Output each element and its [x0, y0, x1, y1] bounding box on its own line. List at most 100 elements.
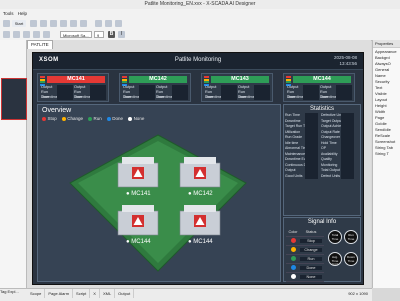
property-item[interactable]: String T	[373, 150, 400, 156]
bottom-tab[interactable]: Scope	[27, 289, 46, 298]
line-icon[interactable]	[13, 31, 20, 38]
properties-panel: Properties Appearance Backgrd AlwaysO Gener…	[372, 40, 400, 288]
hmi-title: Patlite Monitoring	[174, 57, 222, 63]
overview-title: Overview	[42, 107, 72, 114]
machine-card[interactable]: MC142 Output Output Run Time Run Time Downtim…	[119, 73, 191, 102]
signal-color-cell	[286, 256, 300, 262]
legend-dot-icon	[42, 116, 46, 121]
signal-color-cell	[286, 274, 300, 280]
legend-item: Run	[88, 116, 102, 121]
text-icon[interactable]	[43, 31, 50, 38]
overview-panel: Overview Stop Change Run Done None ● MC141 ● …	[37, 104, 281, 282]
machine-card[interactable]: MC141 Output Output Run Time Run Time Downtim…	[37, 73, 109, 102]
signal-row: Run	[286, 255, 324, 264]
ellipse-icon[interactable]	[33, 31, 40, 38]
rect-icon[interactable]	[23, 31, 30, 38]
font-name-select[interactable]: Microsoft Sa...	[60, 31, 92, 38]
copy-icon[interactable]	[70, 20, 77, 27]
legend-dot-icon	[106, 116, 111, 121]
align-right-icon[interactable]	[115, 20, 122, 27]
machine-stat-label: Downtime	[287, 95, 304, 99]
paste-icon[interactable]	[80, 20, 87, 27]
machine-card[interactable]: MC143 Output Output Run Time Run Time Downtim…	[201, 73, 273, 102]
signal-color-cell	[286, 238, 300, 244]
signal-gauge: Down Time	[344, 252, 358, 266]
legend-label: Change	[67, 116, 84, 121]
new-icon[interactable]	[3, 20, 10, 27]
overview-legend: Stop Change Run Done None	[42, 116, 144, 121]
machine-stat-row: Downtime Downtime	[40, 95, 106, 100]
legend-dot-icon	[128, 116, 133, 121]
machine-stat-value	[89, 95, 106, 100]
machine-name: MC141	[47, 76, 105, 83]
signal-table-header: Color Status	[286, 228, 324, 237]
machine-stats: Output Output Run Time Run Time Downtime Down…	[204, 85, 270, 100]
date-label: 2025-08-08	[333, 55, 357, 60]
bottom-tab-bar: Scope Page Alarm Script X XML Output 902 x 109…	[27, 288, 372, 301]
italic-icon[interactable]: I	[118, 31, 125, 38]
legend-item: Stop	[42, 116, 57, 121]
machine-stat-value	[171, 95, 188, 100]
tag-explorer-tab[interactable]: Tag Expl...	[0, 288, 27, 301]
hmi-screen: XSOM Patlite Monitoring 2025-08-08 13:43…	[32, 52, 364, 285]
align-center-icon[interactable]	[105, 20, 112, 27]
statistic-label: Defect Units	[321, 173, 341, 178]
page-thumbnail[interactable]	[1, 78, 27, 120]
signal-status: Change	[300, 248, 322, 252]
machine-stat-row: Downtime Downtime	[204, 95, 270, 100]
redo-icon[interactable]	[50, 20, 57, 27]
machine-stat-label: Downtime	[320, 95, 337, 99]
bold-icon[interactable]: B	[108, 31, 115, 38]
machine-stats: Output Output Run Time Run Time Downtime Down…	[286, 85, 352, 100]
machine-stat-label: Downtime	[156, 95, 173, 99]
cut-icon[interactable]	[60, 20, 67, 27]
window-title: Patlite Monitoring_EN.xvx - X-SCADA AI D…	[144, 1, 256, 7]
font-size-select[interactable]: 9	[94, 31, 104, 38]
canvas-size-readout: 902 x 1090	[348, 291, 368, 296]
undo-icon[interactable]	[40, 20, 47, 27]
design-canvas: PATLITE XSOM Patlite Monitoring 2025-08-…	[27, 40, 371, 288]
statistics-title: Statistics	[309, 106, 334, 112]
machine-stat-value	[220, 95, 237, 100]
machine-stat-value	[138, 95, 155, 100]
signal-status: Run	[300, 257, 322, 261]
start-button[interactable]: Start	[12, 20, 26, 27]
signal-table: Color Status Stop Change Run Done None	[286, 228, 324, 282]
signal-info-title: Signal Info	[307, 219, 337, 225]
align-left-icon[interactable]	[95, 20, 102, 27]
machine-name: MC142	[129, 76, 187, 83]
menu-help[interactable]: Help	[18, 11, 27, 16]
signal-row: Stop	[286, 237, 324, 246]
machine-card[interactable]: MC144 Output Output Run Time Run Time Downtim…	[283, 73, 355, 102]
signal-status: Done	[300, 266, 322, 270]
bottom-tab[interactable]: Output	[115, 289, 135, 298]
menu-tools[interactable]: Tools	[3, 11, 14, 16]
machine-floor-label: ● MC144	[126, 239, 151, 245]
legend-label: Stop	[47, 116, 57, 121]
signal-row: None	[286, 273, 324, 282]
save-icon[interactable]	[30, 20, 37, 27]
machine-floor-label: ● MC142	[188, 191, 213, 197]
machine-stat-row: Downtime Downtime	[286, 95, 352, 100]
legend-label: None	[133, 116, 145, 121]
machine-name: MC143	[211, 76, 269, 83]
bottom-tab[interactable]: Script	[73, 289, 91, 298]
signal-color-dot-icon	[290, 274, 296, 279]
signal-color-dot-icon	[290, 247, 296, 252]
legend-label: Done	[112, 116, 124, 121]
machine-name: MC144	[293, 76, 351, 83]
bottom-tab[interactable]: Page Alarm	[45, 289, 74, 298]
pointer-icon[interactable]	[3, 31, 10, 38]
machine-stat-value	[253, 95, 270, 100]
legend-item: Done	[106, 116, 124, 121]
machine-floor-label: ● MC144	[188, 239, 213, 245]
machine-stat-value	[302, 95, 319, 100]
property-item[interactable]: Appearance	[373, 48, 400, 54]
bottom-tab[interactable]: XML	[100, 289, 116, 298]
signal-info-panel: Signal Info Color Status Stop Change Run Do…	[283, 217, 361, 282]
machine-stat-value	[56, 95, 73, 100]
legend-item: Change	[61, 116, 84, 121]
document-tab[interactable]: PATLITE	[27, 40, 53, 49]
bottom-tab[interactable]: X	[90, 289, 100, 298]
signal-header-color: Color	[288, 230, 298, 234]
